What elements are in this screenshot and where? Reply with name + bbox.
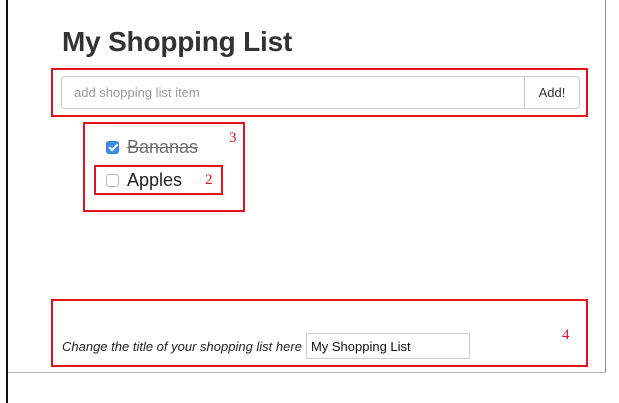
title-editor-prompt: Change the title of your shopping list h… — [62, 338, 302, 354]
title-input[interactable] — [305, 333, 470, 359]
left-border — [6, 0, 8, 403]
annotation-label-4: 4 — [562, 327, 570, 343]
app-page: My Shopping List 1 Add! 3 Bananas 2 Appl… — [0, 0, 619, 403]
add-button[interactable]: Add! — [524, 76, 580, 109]
title-editor: Change the title of your shopping list h… — [62, 333, 470, 359]
list-item-apples: Apples — [106, 169, 182, 191]
checkbox-apples[interactable] — [106, 173, 119, 187]
page-title: My Shopping List — [62, 26, 293, 57]
annotation-label-3: 3 — [229, 130, 237, 146]
annotation-label-2: 2 — [205, 172, 213, 188]
right-border — [605, 0, 606, 373]
add-item-input[interactable] — [61, 76, 524, 109]
add-item-form: Add! — [61, 76, 580, 109]
checkbox-bananas[interactable] — [106, 140, 119, 154]
item-label-apples: Apples — [127, 169, 183, 190]
bottom-border — [8, 372, 606, 373]
list-item-bananas: Bananas — [106, 136, 198, 158]
item-label-bananas: Bananas — [127, 136, 199, 157]
